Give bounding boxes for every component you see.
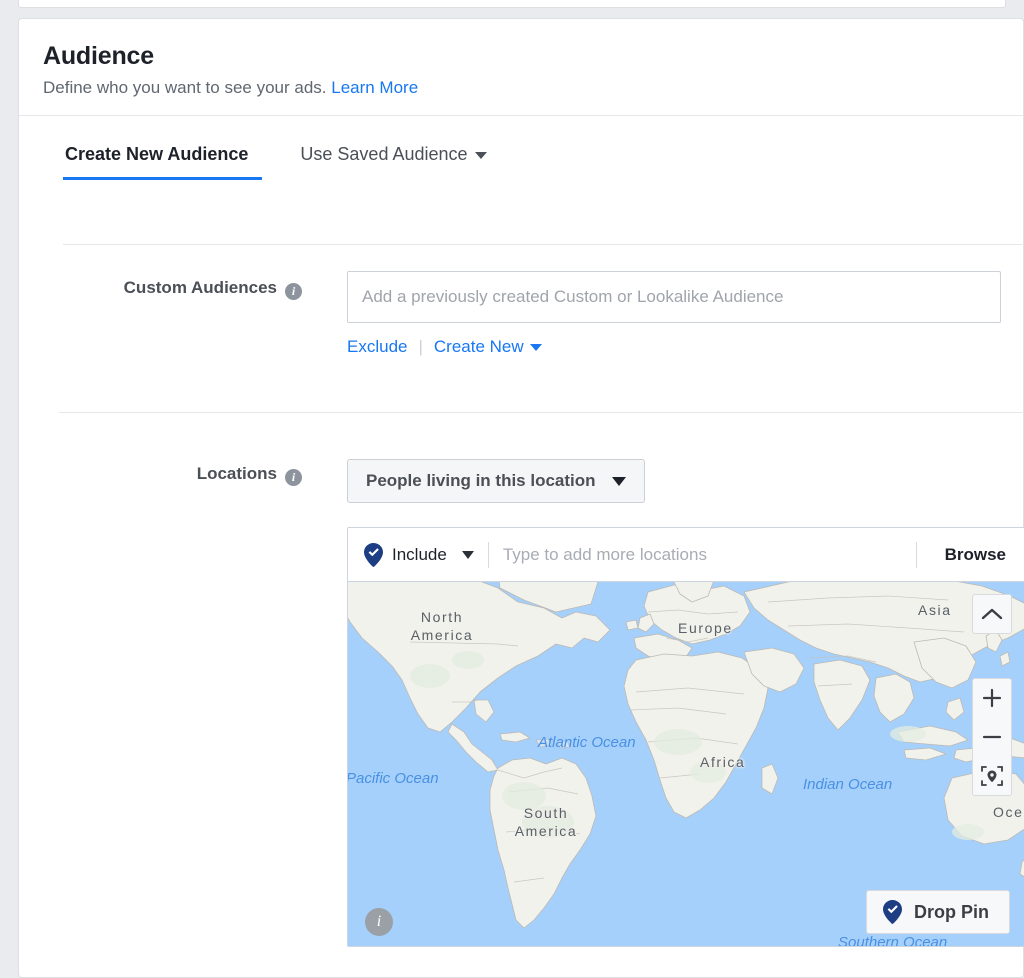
locations-row: Locations i People living in this locatio…	[19, 459, 1024, 947]
chevron-down-icon	[612, 477, 626, 486]
tab-create-new-audience-label: Create New Audience	[65, 144, 248, 164]
page-subtitle-text: Define who you want to see your ads.	[43, 78, 327, 97]
page-title: Audience	[43, 41, 1023, 71]
browse-divider	[916, 542, 917, 568]
tab-use-saved-audience[interactable]: Use Saved Audience	[300, 144, 486, 180]
plus-icon	[982, 688, 1002, 708]
tab-create-new-audience[interactable]: Create New Audience	[63, 144, 262, 180]
card-header: Audience Define who you want to see your…	[19, 19, 1023, 116]
location-type-select-value: People living in this location	[366, 471, 596, 491]
custom-audiences-label: Custom Audiences i	[19, 271, 302, 357]
location-search-input[interactable]	[503, 545, 902, 565]
page-subtitle: Define who you want to see your ads. Lea…	[43, 77, 1023, 99]
exclude-link[interactable]: Exclude	[347, 337, 407, 357]
include-exclude-selector[interactable]: Include	[364, 543, 474, 567]
tabs-divider	[63, 244, 1024, 245]
audience-tabs: Create New Audience Use Saved Audience	[19, 116, 1023, 180]
info-icon[interactable]: i	[285, 283, 302, 300]
locate-pin-icon	[980, 764, 1004, 788]
custom-audiences-links: Exclude | Create New	[347, 337, 1001, 357]
chevron-down-icon	[530, 344, 542, 351]
previous-card-sliver	[18, 0, 1006, 8]
location-map-widget: Include Browse	[347, 527, 1024, 947]
drop-pin-label: Drop Pin	[914, 902, 989, 923]
include-mode-label: Include	[392, 545, 447, 565]
chevron-up-icon	[981, 607, 1003, 621]
locations-label: Locations i	[19, 459, 302, 947]
locations-label-text: Locations	[197, 464, 277, 483]
chevron-down-icon	[475, 152, 487, 159]
map-collapse-button[interactable]	[972, 594, 1012, 634]
map-info-button[interactable]: i	[365, 908, 393, 936]
create-new-audience-label: Create New	[434, 337, 524, 356]
chevron-down-icon	[462, 551, 474, 559]
custom-audiences-label-text: Custom Audiences	[124, 278, 277, 297]
browse-locations-button[interactable]: Browse	[931, 545, 1024, 565]
custom-audiences-control: Exclude | Create New	[347, 271, 1001, 357]
info-icon[interactable]: i	[285, 469, 302, 486]
custom-audiences-row: Custom Audiences i Exclude | Create New	[19, 271, 1024, 357]
create-new-audience-link[interactable]: Create New	[434, 337, 542, 357]
map-locate-button[interactable]	[972, 756, 1012, 796]
map-pin-check-icon	[883, 900, 902, 924]
map-zoom-out-button[interactable]	[972, 717, 1012, 757]
map-pin-check-icon	[364, 543, 383, 567]
world-map-canvas[interactable]: North America South America Europe Afric…	[348, 582, 1024, 947]
location-type-select[interactable]: People living in this location	[347, 459, 645, 503]
audience-card: Audience Define who you want to see your…	[18, 18, 1024, 978]
minus-icon	[982, 727, 1002, 747]
link-separator: |	[418, 337, 422, 357]
custom-audiences-input[interactable]	[347, 271, 1001, 323]
section-divider	[59, 412, 1024, 413]
locations-control: People living in this location Include	[347, 459, 1024, 947]
drop-pin-button[interactable]: Drop Pin	[866, 890, 1010, 934]
tab-use-saved-audience-label: Use Saved Audience	[300, 144, 467, 164]
learn-more-link[interactable]: Learn More	[331, 78, 418, 97]
search-divider	[488, 542, 489, 568]
location-search-bar: Include Browse	[348, 528, 1024, 582]
map-zoom-in-button[interactable]	[972, 678, 1012, 718]
